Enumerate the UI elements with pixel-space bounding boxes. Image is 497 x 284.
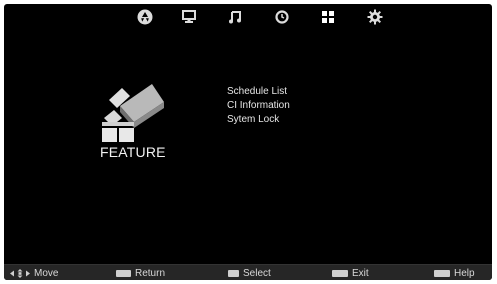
return-label: Return bbox=[135, 267, 166, 279]
menu-item-system-lock[interactable]: Sytem Lock bbox=[227, 113, 290, 127]
move-label: Move bbox=[34, 267, 59, 279]
feature-icon bbox=[100, 82, 168, 144]
feature-title: FEATURE bbox=[100, 144, 166, 160]
bottom-hint-bar: Move Return Select Exit Help bbox=[4, 264, 492, 280]
feature-menu-list: Schedule List CI Information Sytem Lock bbox=[227, 85, 290, 127]
return-hint[interactable]: Return bbox=[116, 266, 165, 280]
help-label: Help bbox=[454, 267, 475, 279]
menu-key-icon bbox=[116, 269, 131, 277]
exit-key-icon bbox=[332, 269, 348, 277]
clock-icon[interactable] bbox=[273, 8, 291, 26]
move-arrows-icon bbox=[10, 268, 30, 278]
menu-item-schedule-list[interactable]: Schedule List bbox=[227, 85, 290, 99]
help-hint[interactable]: Help bbox=[434, 266, 475, 280]
move-hint: Move bbox=[10, 266, 58, 280]
music-icon[interactable] bbox=[226, 8, 244, 26]
display-icon[interactable] bbox=[180, 8, 198, 26]
top-menu-bar bbox=[4, 4, 492, 30]
menu-item-ci-information[interactable]: CI Information bbox=[227, 99, 290, 113]
settings-gear-icon[interactable] bbox=[366, 8, 384, 26]
exit-hint[interactable]: Exit bbox=[332, 266, 369, 280]
tv-menu-screen: FEATURE Schedule List CI Information Syt… bbox=[4, 4, 492, 280]
select-label: Select bbox=[243, 267, 271, 279]
feature-grid-icon[interactable] bbox=[319, 8, 337, 26]
picture-icon[interactable] bbox=[136, 8, 154, 26]
help-key-icon bbox=[434, 269, 450, 277]
ok-key-icon bbox=[228, 269, 239, 277]
select-hint[interactable]: Select bbox=[228, 266, 271, 280]
exit-label: Exit bbox=[352, 267, 369, 279]
